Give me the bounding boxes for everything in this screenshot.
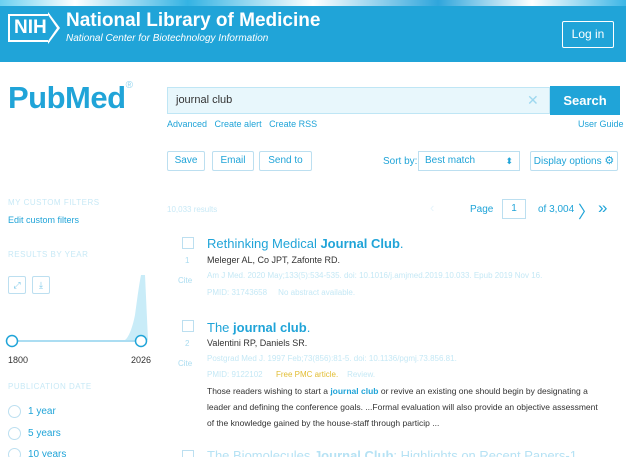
pubmed-logo[interactable]: PubMed®: [8, 80, 133, 116]
year-range-start-handle[interactable]: [5, 334, 19, 348]
radio-5-years[interactable]: [8, 427, 21, 440]
search-button[interactable]: Search: [550, 86, 620, 115]
result-2-title[interactable]: The journal club.: [207, 320, 310, 335]
results-count: 10,033 results: [167, 205, 218, 214]
result-2-snippet-line-3: of the knowledge gained by the house-sta…: [207, 418, 440, 428]
result-2-checkbox[interactable]: [182, 320, 194, 332]
result-2-free-pmc[interactable]: Free PMC article.: [276, 370, 338, 379]
registered-mark: ®: [125, 80, 133, 91]
result-2-number: 2: [185, 339, 190, 348]
create-alert-link[interactable]: Create alert: [215, 119, 262, 129]
result-2-cite-button[interactable]: Cite: [178, 359, 192, 368]
result-1-note: No abstract available.: [278, 288, 356, 297]
result-1-title-highlight: Journal Club: [320, 236, 400, 251]
next-page-icon[interactable]: 〉: [578, 198, 595, 223]
result-2-snippet-1a: Those readers wishing to start a: [207, 386, 331, 396]
result-3-title-highlight: Journal Club: [313, 448, 394, 457]
sort-select-value: Best match: [425, 155, 476, 166]
result-1-checkbox[interactable]: [182, 237, 194, 249]
login-button[interactable]: Log in: [562, 21, 614, 48]
gear-icon: ⚙: [604, 155, 615, 167]
previous-page-icon[interactable]: ‹: [430, 200, 434, 215]
result-1-citation: Am J Med. 2020 May;133(5):534-535. doi: …: [207, 271, 543, 280]
publication-date-heading: PUBLICATION DATE: [8, 382, 92, 391]
page-label: Page: [470, 204, 494, 215]
year-range-end-handle[interactable]: [134, 334, 148, 348]
page-number-input[interactable]: 1: [502, 199, 526, 219]
result-2-title-highlight: journal club: [233, 320, 307, 335]
save-button[interactable]: Save: [167, 151, 205, 171]
nih-logo-arrow-inner: [48, 15, 57, 41]
result-1-title-post: .: [399, 236, 404, 251]
result-2-snippet-line-2: leader and defining the conference goals…: [207, 402, 598, 412]
result-3-title-post: : Highlights on Recent Papers-1: [393, 448, 577, 457]
nih-logo[interactable]: NIH: [8, 14, 50, 42]
result-2-snippet: Those readers wishing to start a journal…: [207, 383, 612, 431]
year-chart-area: [125, 275, 148, 340]
result-1-pmid-line: PMID: 31743658 No abstract available.: [207, 288, 355, 297]
clear-search-icon[interactable]: ✕: [527, 92, 539, 109]
sort-select[interactable]: Best match ⬍: [418, 151, 520, 171]
search-input[interactable]: journal club: [167, 87, 550, 114]
result-2-pmid: PMID: 9122102: [207, 370, 263, 379]
send-to-button[interactable]: Send to: [259, 151, 312, 171]
result-2-snippet-line-1: Those readers wishing to start a journal…: [207, 383, 612, 399]
result-2-title-post: .: [306, 320, 311, 335]
advanced-link[interactable]: Advanced: [167, 119, 207, 129]
nlm-subtitle: National Center for Biotechnology Inform…: [66, 33, 269, 44]
result-2-citation: Postgrad Med J. 1997 Feb;73(856):81-5. d…: [207, 354, 457, 363]
result-1-title[interactable]: Rethinking Medical Journal Club.: [207, 236, 404, 251]
year-chart: [5, 275, 148, 348]
result-2-authors: Valentini RP, Daniels SR.: [207, 338, 308, 348]
pubmed-logo-text: PubMed: [8, 80, 126, 115]
result-3-title[interactable]: The Biomolecules Journal Club: Highlight…: [207, 448, 577, 457]
result-1-cite-button[interactable]: Cite: [178, 276, 192, 285]
sort-by-label: Sort by:: [383, 156, 418, 167]
search-sub-links: Advanced Create alert Create RSS: [167, 119, 322, 129]
radio-10-years-label[interactable]: 10 years: [28, 449, 66, 457]
year-range-end-label: 2026: [131, 355, 152, 365]
result-3-title-pre: The Biomolecules: [207, 448, 314, 457]
display-options-label: Display options: [533, 156, 602, 167]
edit-custom-filters-link[interactable]: Edit custom filters: [8, 215, 79, 225]
radio-1-year-label[interactable]: 1 year: [28, 406, 56, 417]
user-guide-link[interactable]: User Guide: [578, 119, 624, 129]
result-1-pmid: PMID: 31743658: [207, 288, 268, 297]
email-button[interactable]: Email: [212, 151, 254, 171]
year-range-start-label: 1800: [8, 355, 29, 365]
result-2-title-pre: The: [207, 320, 234, 335]
my-custom-filters-heading: MY CUSTOM FILTERS: [8, 198, 100, 207]
result-1-title-pre: Rethinking Medical: [207, 236, 321, 251]
result-2-pmid-line: PMID: 9122102 Free PMC article. Review.: [207, 370, 375, 379]
result-2-snippet-1c: or revive an existing one should begin b…: [378, 386, 588, 396]
radio-1-year[interactable]: [8, 405, 21, 418]
result-2-snippet-highlight: journal club: [330, 386, 379, 396]
result-2-review: Review.: [347, 370, 376, 379]
result-1-authors: Meleger AL, Co JPT, Zafonte RD.: [207, 255, 341, 265]
nlm-title[interactable]: National Library of Medicine: [66, 10, 320, 32]
sort-arrows-icon: ⬍: [505, 156, 513, 166]
create-rss-link[interactable]: Create RSS: [269, 119, 317, 129]
last-page-icon[interactable]: »: [598, 198, 607, 218]
page-total: of 3,004: [538, 204, 575, 215]
radio-10-years[interactable]: [8, 448, 21, 457]
result-1-number: 1: [185, 256, 190, 265]
results-by-year-heading: RESULTS BY YEAR: [8, 250, 89, 259]
display-options-button[interactable]: Display options ⚙: [530, 151, 618, 171]
radio-5-years-label[interactable]: 5 years: [28, 428, 61, 439]
result-3-checkbox[interactable]: [182, 450, 194, 457]
